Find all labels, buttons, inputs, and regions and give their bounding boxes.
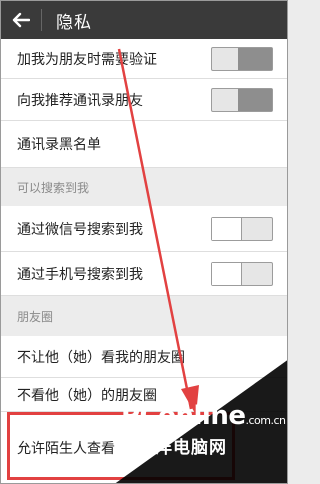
toggle-search-by-wechat-id[interactable]: [211, 216, 273, 241]
back-arrow-icon: [12, 12, 30, 28]
watermark-brand: PConline.com.cn: [121, 401, 286, 431]
toggle-friend-verify[interactable]: [211, 46, 273, 71]
section-header-moments: 朋友圈: [1, 296, 287, 336]
toggle-knob: [212, 262, 242, 285]
toggle-recommend-contacts[interactable]: [211, 87, 273, 112]
setting-label: 通讯录黑名单: [17, 137, 101, 153]
setting-label: 向我推荐通讯录朋友: [17, 92, 143, 109]
setting-row-hide-my-moments[interactable]: 不让他（她）看我的朋友圈: [1, 336, 287, 378]
setting-label: 不让他（她）看我的朋友圈: [17, 349, 185, 366]
watermark-tagline: 太平洋电脑网: [119, 438, 227, 458]
section-header-searchable: 可以搜索到我: [1, 168, 287, 206]
page-title: 隐私: [56, 12, 92, 33]
top-bar: 隐私: [1, 1, 287, 39]
setting-label: 通过微信号搜索到我: [17, 221, 143, 238]
toggle-knob: [212, 217, 242, 240]
setting-row-recommend-contacts[interactable]: 向我推荐通讯录朋友: [1, 79, 287, 121]
toggle-knob: [238, 88, 272, 111]
title-separator: [41, 9, 42, 31]
setting-row-friend-verify[interactable]: 加我为朋友时需要验证: [1, 39, 287, 79]
watermark-logo: PConline.com.cn 太平洋电脑网: [113, 397, 287, 483]
setting-row-blacklist[interactable]: 通讯录黑名单: [1, 121, 287, 168]
screenshot-frame: 隐私 加我为朋友时需要验证 向我推荐通讯录朋友 通讯录黑名单 可以搜索到我 通过…: [0, 0, 288, 484]
setting-label: 加我为朋友时需要验证: [17, 51, 157, 68]
back-button[interactable]: [1, 1, 41, 39]
toggle-knob: [238, 47, 272, 70]
setting-row-search-by-phone[interactable]: 通过手机号搜索到我: [1, 252, 287, 296]
toggle-search-by-phone[interactable]: [211, 261, 273, 286]
setting-row-search-by-wechat-id[interactable]: 通过微信号搜索到我: [1, 206, 287, 252]
setting-label: 通过手机号搜索到我: [17, 266, 143, 283]
